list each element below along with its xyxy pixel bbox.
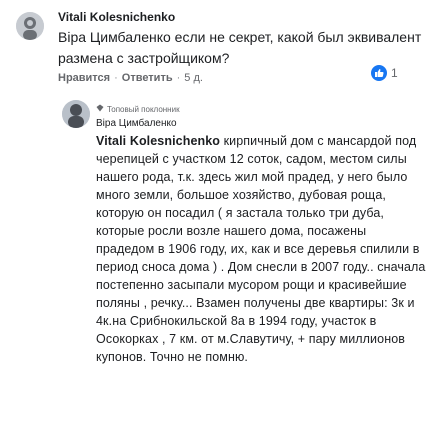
reply-author[interactable]: Віра Цимбаленко: [96, 118, 177, 129]
comment-timestamp[interactable]: 5 д.: [184, 72, 203, 84]
top-fan-badge: Топовый поклонник: [96, 104, 180, 114]
like-button[interactable]: Нравится: [58, 72, 110, 84]
reply-body: кирпичный дом с мансардой под черепицей …: [96, 134, 426, 364]
reaction-count: 1: [391, 66, 398, 80]
thumbs-up-icon: [371, 65, 387, 81]
diamond-icon: [96, 104, 104, 114]
avatar[interactable]: [16, 12, 44, 40]
comment-actions: Нравится · Ответить · 5 д.: [58, 72, 203, 84]
reaction-summary[interactable]: 1: [368, 64, 401, 82]
comment-text: Віра Цимбаленко если не секрет, какой бы…: [58, 29, 422, 66]
avatar[interactable]: [62, 100, 90, 128]
reply-button[interactable]: Ответить: [122, 72, 173, 84]
separator-dot: ·: [114, 72, 118, 84]
top-fan-label: Топовый поклонник: [107, 104, 180, 114]
reply-text: Vitali Kolesnichenko кирпичный дом с ман…: [96, 132, 426, 366]
separator-dot: ·: [176, 72, 181, 84]
mention-link[interactable]: Vitali Kolesnichenko: [96, 134, 220, 148]
comment-author[interactable]: Vitali Kolesnichenko: [58, 10, 175, 24]
